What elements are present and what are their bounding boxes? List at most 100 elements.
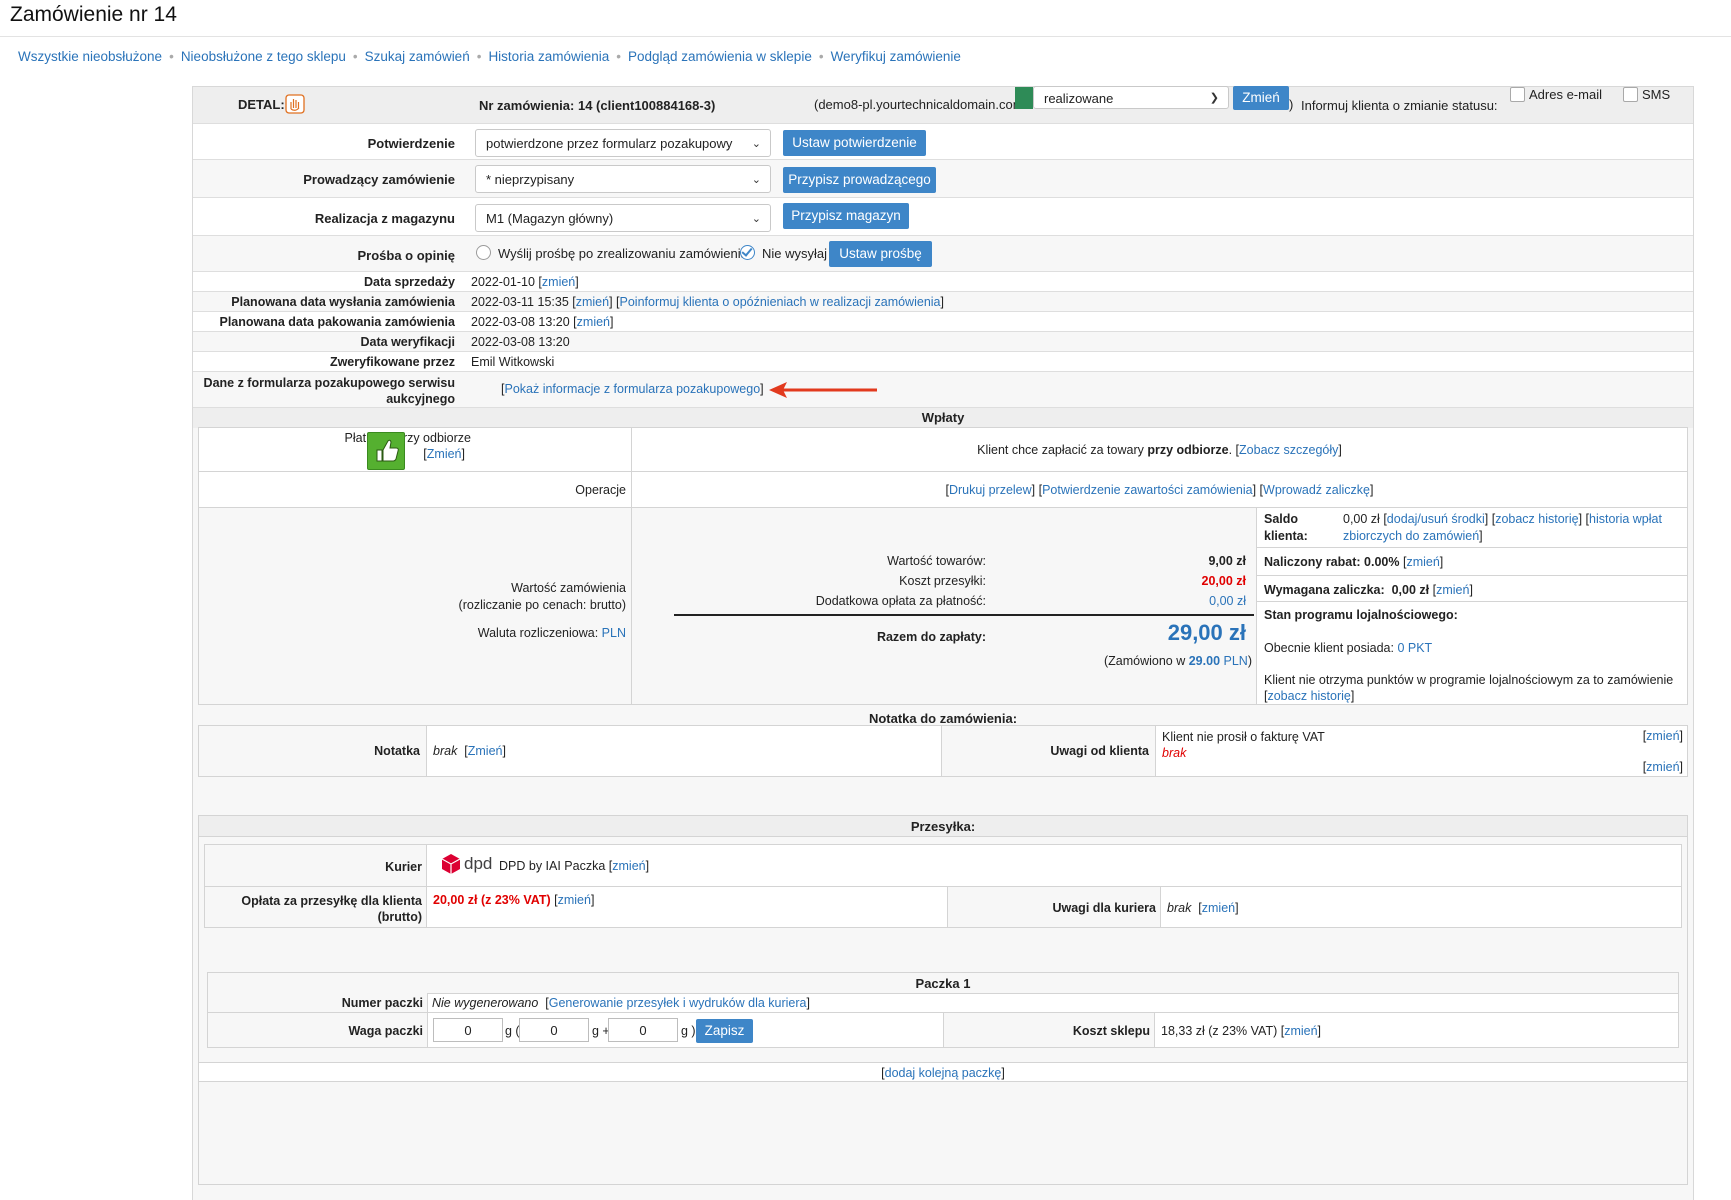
inform-delay-link[interactable]: Poinformuj klienta o opóźnieniach w real… [620, 295, 941, 309]
send-request-radio[interactable] [476, 245, 491, 260]
print-transfer-link[interactable]: Drukuj przelew [949, 483, 1032, 497]
nav-verify-order[interactable]: Weryfikuj zamówienie [831, 49, 961, 64]
form-data-label-line2: aukcyjnego [386, 392, 455, 406]
operations-label: Operacje [575, 483, 626, 497]
status-select[interactable]: realizowane ❯ [1033, 86, 1229, 109]
ship-date-change-link[interactable]: zmień [576, 295, 609, 309]
nav-all-unhandled[interactable]: Wszystkie nieobsłużone [18, 49, 162, 64]
sms-checkbox-label: SMS [1642, 87, 1671, 102]
client-balance-cell: Saldo klienta: 0,00 zł [dodaj/usuń środki… [1257, 508, 1687, 704]
shipping-label: Koszt przesyłki: [899, 574, 986, 588]
inform-client-label: Informuj klienta o zmianie statusu: [1301, 98, 1498, 113]
weight-input-1[interactable]: 0 [433, 1018, 503, 1042]
set-confirmation-button[interactable]: Ustaw potwierdzenie [783, 130, 926, 156]
form-data-label-line1: Dane z formularza pozakupowego serwisu [203, 376, 455, 390]
verified-by-value: Emil Witkowski [471, 355, 555, 369]
nav-separator: • [352, 49, 358, 64]
loyalty-points-link[interactable]: 0 PKT [1397, 641, 1432, 655]
paren-close: ) [1289, 97, 1294, 112]
confirmation-select[interactable]: potwierdzone przez formularz pozakupowy ⌄ [475, 129, 771, 157]
courier-label: Kurier [385, 860, 422, 874]
dont-send-radio[interactable] [740, 245, 755, 260]
package-weight-label: Waga paczki [348, 1024, 423, 1038]
change-status-button[interactable]: Zmień [1233, 86, 1289, 110]
sale-date-label: Data sprzedaży [363, 275, 455, 289]
balance-history-link[interactable]: zobacz historię [1495, 512, 1578, 526]
show-form-info-link[interactable]: Pokaż informacje z formularza pozakupowe… [504, 382, 760, 396]
nav-order-history[interactable]: Historia zamówienia [488, 49, 609, 64]
warehouse-row: Realizacja z magazynu M1 (Magazyn główny… [193, 197, 1693, 236]
status-color-swatch [1015, 87, 1033, 109]
payment-method-change-link[interactable]: Zmień [427, 447, 462, 461]
fee-label-cell: Opłata za przesyłkę dla klienta (brutto) [205, 887, 427, 927]
assign-handler-button[interactable]: Przypisz prowadzącego [783, 167, 936, 193]
ship-date-text: 2022-03-11 15:35 [471, 295, 569, 309]
client-notes-value: Klient nie prosił o fakturę VAT brak [1162, 729, 1325, 761]
discount-change-link[interactable]: zmień [1406, 555, 1439, 569]
payment-desc-bold: przy odbiorze [1147, 443, 1229, 457]
pack-date-text: 2022-03-08 13:20 [471, 315, 570, 329]
confirmation-label: Potwierdzenie [367, 136, 455, 151]
totals-divider [674, 614, 1254, 616]
nav-unhandled-shop[interactable]: Nieobsłużone z tego sklepu [181, 49, 346, 64]
add-package-link[interactable]: dodaj kolejną paczkę [885, 1066, 1002, 1080]
email-checkbox[interactable] [1510, 87, 1525, 102]
save-weight-button[interactable]: Zapisz [696, 1019, 753, 1043]
shop-cost-change-link[interactable]: zmień [1284, 1024, 1317, 1038]
email-checkbox-label: Adres e-mail [1529, 87, 1602, 102]
sms-checkbox[interactable] [1623, 87, 1638, 102]
client-notes-change-link[interactable]: zmień [1646, 729, 1679, 743]
balance-label-line2: klienta: [1264, 529, 1308, 543]
sale-date-change-link[interactable]: zmień [542, 275, 575, 289]
package-number-label: Numer paczki [341, 996, 423, 1010]
deposit-change-link[interactable]: zmień [1436, 583, 1469, 597]
package-weight-label-cell: Waga paczki [208, 1013, 428, 1047]
discount-label: Naliczony rabat: [1264, 555, 1361, 569]
courier-change-link[interactable]: zmień [612, 859, 645, 873]
courier-notes-change-link[interactable]: zmień [1202, 901, 1235, 915]
shipping-fee-change-link[interactable]: zmień [558, 893, 591, 907]
pack-date-label: Planowana data pakowania zamówienia [219, 315, 456, 329]
add-remove-funds-link[interactable]: dodaj/usuń środki [1387, 512, 1485, 526]
ship-date-value: 2022-03-11 15:35 [zmień] [Poinformuj kli… [471, 295, 944, 309]
nav-search-orders[interactable]: Szukaj zamówień [365, 49, 470, 64]
pack-date-change-link[interactable]: zmień [577, 315, 610, 329]
payment-details-link[interactable]: Zobacz szczegóły [1239, 443, 1338, 457]
chevron-down-icon: ⌄ [751, 213, 761, 225]
operations-links: [Drukuj przelew] [Potwierdzenie zawartoś… [945, 483, 1374, 497]
weight-input-2[interactable]: 0 [519, 1018, 589, 1042]
payment-method-change: [Zmień] [423, 447, 465, 461]
payment-description: Klient chce zapłacić za towary przy odbi… [977, 443, 1342, 457]
ordered-suffix: ) [1247, 654, 1252, 668]
handler-select[interactable]: * nieprzypisany ⌄ [475, 165, 771, 193]
generate-shipments-link[interactable]: Generowanie przesyłek i wydruków dla kur… [549, 996, 807, 1010]
shipping-fee-label: Opłata za przesyłkę dla klienta (brutto) [241, 893, 422, 925]
sale-date-text: 2022-01-10 [471, 275, 535, 289]
warehouse-select[interactable]: M1 (Magazyn główny) ⌄ [475, 204, 771, 232]
courier-box: Kurier dpd DPD by IAI Paczka [zmień] Opł… [204, 844, 1682, 928]
order-content-confirmation-link[interactable]: Potwierdzenie zawartości zamówienia [1042, 483, 1253, 497]
confirmation-row: Potwierdzenie potwierdzone przez formula… [193, 123, 1693, 160]
set-request-button[interactable]: Ustaw prośbę [829, 241, 932, 267]
enter-deposit-link[interactable]: Wprowadź zaliczkę [1263, 483, 1370, 497]
currency-link[interactable]: PLN [602, 626, 626, 640]
loyalty-history-link[interactable]: zobacz historię [1267, 689, 1350, 703]
discount-row: Naliczony rabat: 0.00% [zmień] [1264, 555, 1444, 569]
shop-domain: (demo8-pl.yourtechnicaldomain.com [814, 97, 1024, 112]
assign-warehouse-button[interactable]: Przypisz magazyn [783, 203, 909, 229]
chevron-down-icon: ⌄ [751, 138, 761, 150]
thumbs-up-icon [367, 432, 405, 470]
client-notes-text: brak [1162, 746, 1187, 760]
order-header: DETAL: Nr zamówienia: 14 (client10088416… [193, 86, 1693, 123]
nav-order-preview[interactable]: Podgląd zamówienia w sklepie [628, 49, 812, 64]
operations-cell: [Drukuj przelew] [Potwierdzenie zawartoś… [632, 472, 1687, 508]
courier-notes-label: Uwagi dla kuriera [1052, 901, 1156, 915]
shop-cost-label-cell: Koszt sklepu [943, 1013, 1155, 1047]
weight-input-3[interactable]: 0 [608, 1018, 678, 1042]
courier-notes-value: brak [zmień] [1167, 901, 1239, 915]
client-notes-label: Uwagi od klienta [1050, 744, 1149, 758]
order-value-label-cell: Wartość zamówienia (rozliczanie po cenach… [199, 508, 632, 704]
package-number-cell: Nie wygenerowano [Generowanie przesyłek … [428, 993, 1678, 1013]
client-notes-change-link-2[interactable]: zmień [1646, 760, 1679, 774]
note-change-link[interactable]: Zmień [468, 744, 503, 758]
